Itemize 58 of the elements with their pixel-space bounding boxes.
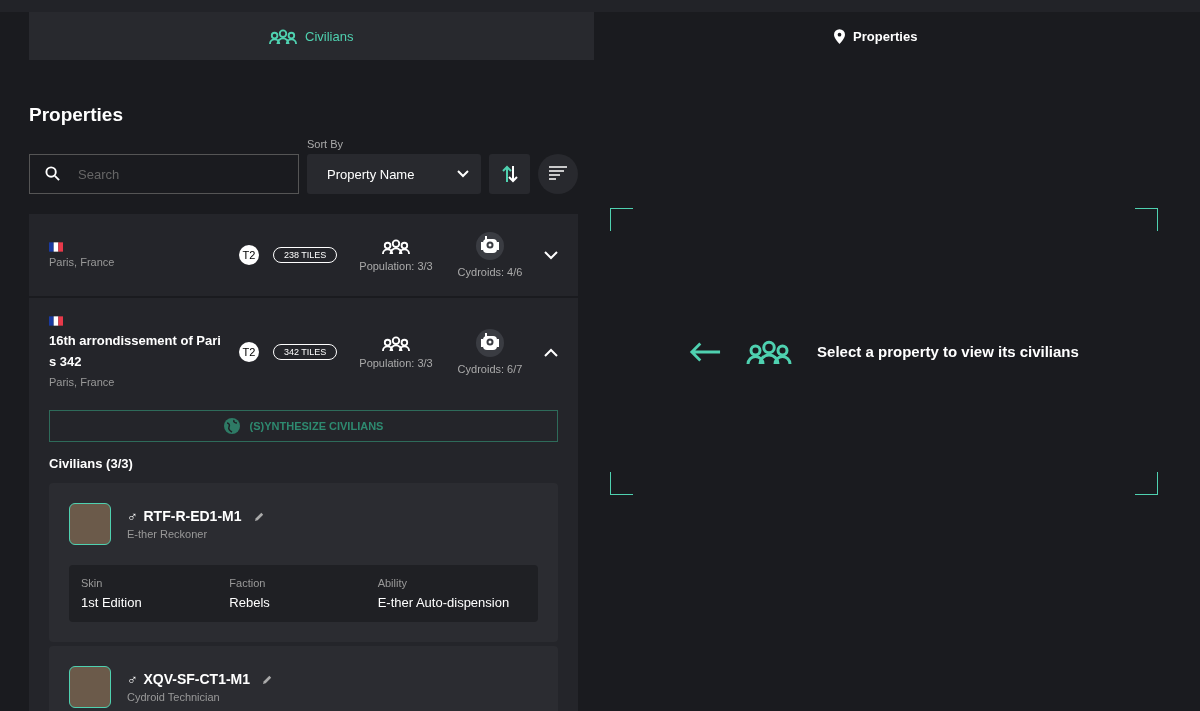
- cydroid-count: Cydroids: 4/6: [457, 266, 523, 278]
- detail-value: Rebels: [229, 595, 271, 610]
- detail-label: Skin: [81, 577, 104, 589]
- corner-bracket: [1135, 208, 1158, 231]
- gender-symbol: ♂: [127, 671, 138, 687]
- avatar-placeholder: [69, 666, 111, 708]
- civilian-id: XQV-SF-CT1-M1: [143, 671, 251, 687]
- robot-icon: [476, 232, 504, 260]
- chevron-up-icon[interactable]: [544, 347, 558, 357]
- left-arrow-icon: [689, 340, 722, 363]
- cydroid-count: Cydroids: 6/7: [457, 363, 523, 375]
- chevron-down-icon[interactable]: [544, 250, 558, 260]
- civilian-role: E-ther Reckoner: [127, 528, 209, 540]
- synthesize-button[interactable]: (S)YNTHESIZE CIVILIANS: [49, 410, 558, 442]
- people-icon: [382, 238, 410, 254]
- tier-badge: T2: [239, 245, 259, 265]
- avatar-placeholder: [69, 503, 111, 545]
- civilian-role: Cydroid Technician: [127, 691, 221, 703]
- gender-symbol: ♂: [127, 508, 138, 524]
- property-name: 16th arrondissement of Pari s 342: [49, 332, 222, 371]
- population-count: Population: 3/3: [359, 356, 433, 369]
- empty-state-message: Select a property to view its civilians: [817, 343, 1079, 360]
- robot-icon: [476, 329, 504, 357]
- detail-value: 1st Edition: [81, 595, 143, 610]
- flag-icon: [49, 242, 63, 252]
- corner-bracket: [1135, 472, 1158, 495]
- property-location: Paris, France: [49, 376, 116, 388]
- detail-label: Ability: [377, 577, 408, 589]
- property-card[interactable]: [29, 298, 578, 711]
- population-count: Population: 3/3: [359, 259, 433, 272]
- search-field[interactable]: Search: [29, 154, 299, 194]
- globe-icon: [223, 418, 240, 434]
- civilian-id: RTF-R-ED1-M1: [143, 508, 242, 524]
- people-icon: [382, 335, 410, 351]
- sort-order-button[interactable]: [489, 154, 530, 194]
- tier-badge: T2: [239, 342, 259, 362]
- pencil-icon[interactable]: [262, 673, 274, 685]
- civilians-heading: Civilians (3/3): [49, 456, 134, 471]
- sort-dropdown[interactable]: Property Name: [307, 154, 481, 194]
- sort-label: Sort By: [307, 138, 345, 150]
- detail-label: Faction: [229, 577, 267, 589]
- section-title: Properties: [29, 104, 124, 126]
- tab[interactable]: Civilians: [29, 12, 594, 60]
- property-location: Paris, France: [49, 256, 116, 268]
- property-card[interactable]: Paris, France T2 238 TILES Population: 3/3 Cydroids: 4/6: [29, 214, 578, 296]
- corner-bracket: [610, 472, 633, 495]
- people-icon: [269, 28, 298, 44]
- location-pin-icon: [834, 28, 846, 44]
- chevron-down-icon: [457, 170, 469, 178]
- sort-arrows-icon: [501, 165, 518, 183]
- lines-icon: [549, 166, 567, 182]
- pencil-icon[interactable]: [253, 510, 265, 522]
- search-icon: [45, 166, 60, 181]
- detail-value: E-ther Auto-dispension: [377, 595, 511, 610]
- corner-bracket: [610, 208, 633, 231]
- flag-icon: [49, 316, 63, 326]
- people-icon: [745, 339, 794, 364]
- filter-button[interactable]: [538, 154, 578, 194]
